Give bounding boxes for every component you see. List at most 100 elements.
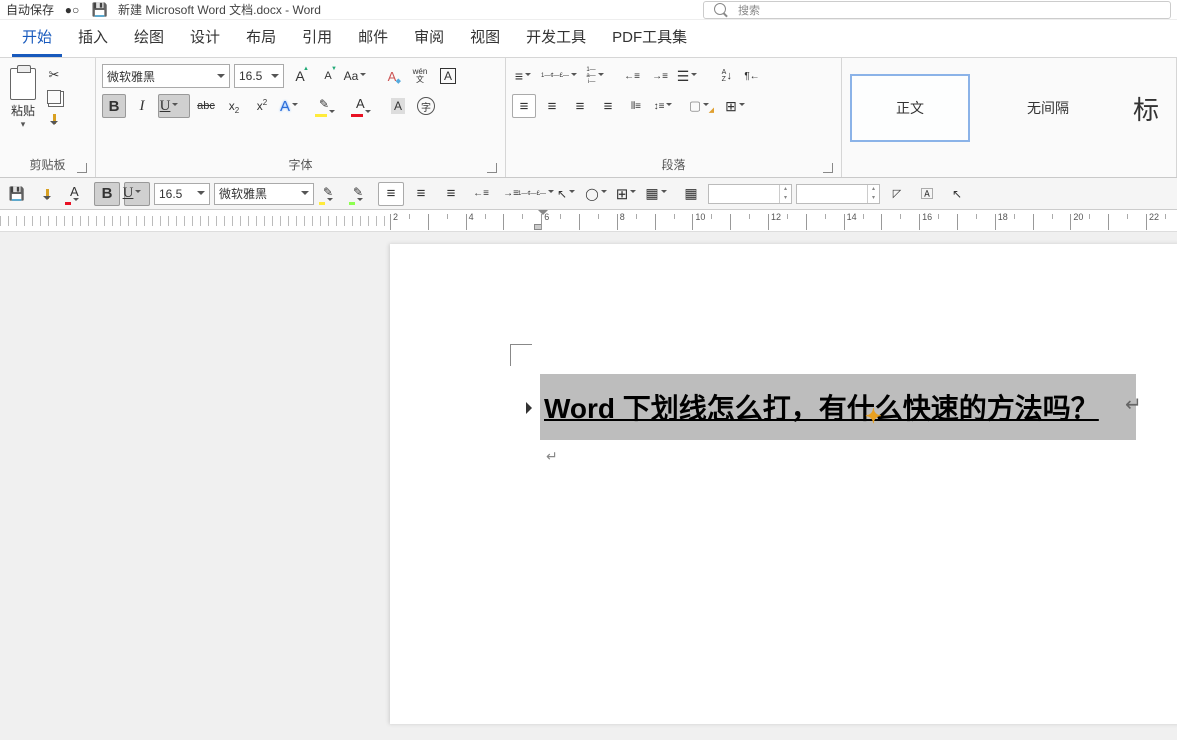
- tab-insert[interactable]: 插入: [68, 18, 118, 57]
- sort-button[interactable]: [712, 64, 736, 88]
- align-left-button[interactable]: [512, 94, 536, 118]
- brush-icon: [46, 189, 49, 199]
- align-center-button[interactable]: [540, 94, 564, 118]
- qat-width-field[interactable]: ▴▾: [708, 184, 792, 204]
- tab-references[interactable]: 引用: [292, 18, 342, 57]
- bullets-button[interactable]: [512, 64, 544, 88]
- tab-design[interactable]: 设计: [180, 18, 230, 57]
- cut-button[interactable]: [44, 66, 64, 84]
- copy-button[interactable]: [44, 88, 64, 106]
- enclose-char-button[interactable]: [414, 94, 438, 118]
- strikethrough-button[interactable]: [194, 94, 218, 118]
- tab-mailings[interactable]: 邮件: [348, 18, 398, 57]
- qat-height-field[interactable]: ▴▾: [796, 184, 880, 204]
- font-size-combo[interactable]: 16.5: [234, 64, 284, 88]
- italic-button[interactable]: [130, 94, 154, 118]
- numbering-button[interactable]: [548, 64, 580, 88]
- tab-pdf-tools[interactable]: PDF工具集: [602, 18, 697, 57]
- paragraph-mark-2: ↵: [546, 448, 558, 465]
- document-page[interactable]: Word 下划线怎么打，有什么快速的方法吗？ ↵ ↵: [390, 244, 1177, 724]
- superscript-button[interactable]: [250, 94, 274, 118]
- style-no-spacing[interactable]: 无间隔: [988, 74, 1108, 142]
- qat-align-center[interactable]: [408, 182, 434, 206]
- char-border-button[interactable]: [436, 64, 460, 88]
- change-case-button[interactable]: [344, 64, 376, 88]
- distribute-button[interactable]: [624, 94, 648, 118]
- text-effects-button[interactable]: [278, 94, 310, 118]
- qat-underline-button[interactable]: U: [124, 182, 150, 206]
- align-justify-button[interactable]: [596, 94, 620, 118]
- qat-highlight[interactable]: [318, 182, 344, 206]
- underline-button[interactable]: U: [158, 94, 190, 118]
- clipboard-launcher[interactable]: [77, 163, 87, 173]
- tab-view[interactable]: 视图: [460, 18, 510, 57]
- text-selection[interactable]: Word 下划线怎么打，有什么快速的方法吗？: [540, 374, 1136, 440]
- font-launcher[interactable]: [487, 163, 497, 173]
- brush-icon: [53, 114, 56, 124]
- tab-layout[interactable]: 布局: [236, 18, 286, 57]
- tab-draw[interactable]: 绘图: [124, 18, 174, 57]
- copy-icon: [47, 90, 61, 104]
- qat-font-name[interactable]: 微软雅黑: [214, 183, 314, 205]
- qat-select-objects[interactable]: [558, 182, 584, 206]
- style-heading1[interactable]: 标: [1126, 74, 1166, 142]
- paragraph-mark: ↵: [1125, 392, 1142, 417]
- highlight-button[interactable]: [314, 94, 346, 118]
- phonetic-guide-button[interactable]: [408, 64, 432, 88]
- format-painter-button[interactable]: [44, 110, 64, 128]
- qat-align-right[interactable]: [438, 182, 464, 206]
- tab-review[interactable]: 审阅: [404, 18, 454, 57]
- qat-align-left[interactable]: [378, 182, 404, 206]
- horizontal-ruler[interactable]: 246810121416182022242628303234: [0, 210, 1177, 232]
- ruler-margin-area: [0, 216, 390, 226]
- qat-numbering[interactable]: [528, 182, 554, 206]
- qat-font-color[interactable]: [64, 182, 90, 206]
- ribbon: 粘贴 ▾ 剪贴板 微软雅黑 16.5: [0, 58, 1177, 178]
- cursor-marker-icon: [865, 404, 882, 429]
- qat-table[interactable]: [618, 182, 644, 206]
- paste-dropdown-icon[interactable]: ▾: [6, 119, 40, 130]
- document-area: Word 下划线怎么打，有什么快速的方法吗？ ↵ ↵: [0, 232, 1177, 740]
- qat-cursor[interactable]: [944, 182, 970, 206]
- increase-indent-button[interactable]: [648, 64, 672, 88]
- qat-highlight-2[interactable]: [348, 182, 374, 206]
- qat-format-painter[interactable]: [34, 182, 60, 206]
- tab-developer[interactable]: 开发工具: [516, 18, 596, 57]
- qat-insert-table[interactable]: [648, 182, 674, 206]
- qat-font-size[interactable]: 16.5: [154, 183, 210, 205]
- search-placeholder: 搜索: [738, 2, 760, 18]
- clear-formatting-button[interactable]: [380, 64, 404, 88]
- grow-font-button[interactable]: [288, 64, 312, 88]
- borders-button[interactable]: [724, 94, 756, 118]
- qat-save-button[interactable]: [4, 182, 30, 206]
- title-bar: 自动保存 ●○ 新建 Microsoft Word 文档.docx - Word…: [0, 0, 1177, 20]
- qat-crop[interactable]: [884, 182, 910, 206]
- clipboard-label: 剪贴板: [6, 153, 89, 173]
- paste-button[interactable]: 粘贴 ▾: [6, 64, 40, 153]
- tab-home[interactable]: 开始: [12, 18, 62, 57]
- shading-button[interactable]: [688, 94, 720, 118]
- qat-shapes[interactable]: [588, 182, 614, 206]
- font-name-combo[interactable]: 微软雅黑: [102, 64, 230, 88]
- autosave-toggle[interactable]: ●○: [62, 1, 82, 19]
- qat-textbox[interactable]: [914, 182, 940, 206]
- show-marks-button[interactable]: [740, 64, 764, 88]
- font-color-button[interactable]: [350, 94, 382, 118]
- qat-outdent[interactable]: [468, 182, 494, 206]
- search-box[interactable]: 搜索: [703, 1, 1171, 19]
- multilevel-list-button[interactable]: [584, 64, 616, 88]
- align-right-button[interactable]: [568, 94, 592, 118]
- asian-layout-button[interactable]: ☰: [676, 64, 708, 88]
- decrease-indent-button[interactable]: [620, 64, 644, 88]
- shrink-font-button[interactable]: [316, 64, 340, 88]
- bold-button[interactable]: [102, 94, 126, 118]
- qat-bold-button[interactable]: [94, 182, 120, 206]
- qat-insert-cells[interactable]: [678, 182, 704, 206]
- char-shading-button[interactable]: [386, 94, 410, 118]
- line-spacing-button[interactable]: [652, 94, 684, 118]
- paragraph-launcher[interactable]: [823, 163, 833, 173]
- subscript-button[interactable]: [222, 94, 246, 118]
- save-icon[interactable]: [90, 1, 110, 19]
- style-normal[interactable]: 正文: [850, 74, 970, 142]
- quick-access-toolbar: U 16.5 微软雅黑 ▴▾ ▴▾: [0, 178, 1177, 210]
